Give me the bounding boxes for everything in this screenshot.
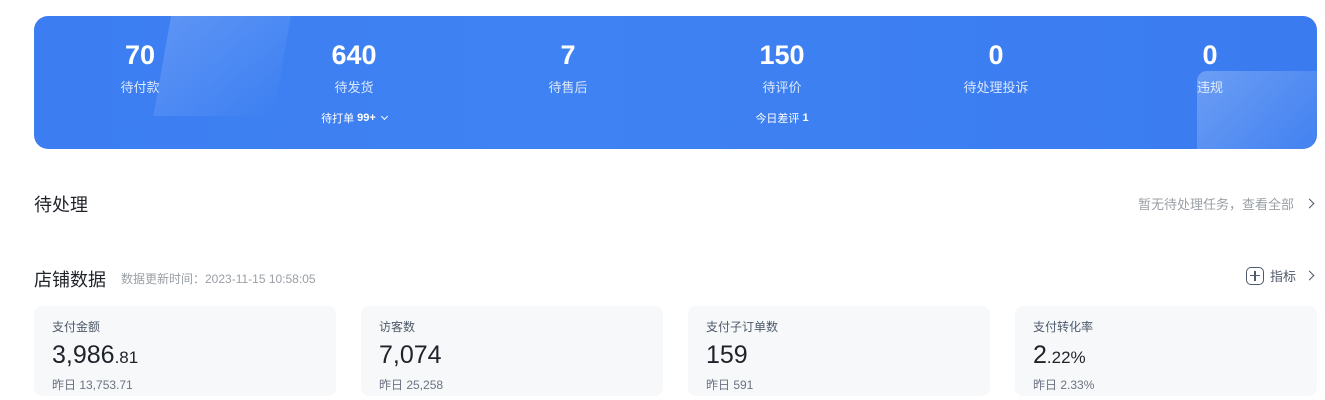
view-all-pending-link[interactable]: 暂无待处理任务，查看全部 bbox=[1137, 194, 1315, 213]
card-label: 访客数 bbox=[379, 320, 416, 334]
pending-section-title: 待处理 bbox=[34, 195, 88, 215]
stat-after-sales[interactable]: 7 待售后 bbox=[483, 40, 653, 96]
stat-value: 0 bbox=[988, 40, 1004, 70]
stat-complaints[interactable]: 0 待处理投诉 bbox=[911, 40, 1081, 96]
metric-card-conversion-rate[interactable]: 支付转化率 2.22% 昨日 2.33% bbox=[1015, 306, 1317, 396]
metrics-label: 指标 bbox=[1269, 269, 1296, 284]
pending-print-dropdown[interactable]: 待打单 99+ bbox=[321, 110, 388, 126]
data-update-time: 数据更新时间：2023-11-15 10:58:05 bbox=[121, 272, 316, 286]
stat-label: 违规 bbox=[1196, 80, 1223, 95]
chevron-right-icon bbox=[1304, 198, 1315, 209]
today-bad-reviews[interactable]: 今日差评 1 bbox=[755, 110, 808, 126]
stat-value: 70 bbox=[124, 40, 156, 70]
card-value: 3,986.81 bbox=[52, 341, 139, 369]
stat-label: 待发货 bbox=[334, 80, 374, 95]
stat-value: 0 bbox=[1202, 40, 1218, 70]
chevron-right-icon bbox=[1304, 270, 1315, 281]
metrics-button[interactable]: 指标 bbox=[1245, 266, 1315, 285]
stat-pending-review[interactable]: 150 待评价 今日差评 1 bbox=[697, 40, 867, 127]
stat-label: 待付款 bbox=[120, 80, 160, 95]
sub-value: 1 bbox=[802, 112, 809, 124]
card-yesterday: 昨日 13,753.71 bbox=[52, 378, 133, 392]
card-yesterday: 昨日 2.33% bbox=[1033, 378, 1095, 392]
card-value: 7,074 bbox=[379, 341, 442, 369]
card-label: 支付金额 bbox=[52, 320, 101, 334]
sub-label: 待打单 bbox=[321, 113, 355, 125]
stat-violations[interactable]: 0 违规 bbox=[1125, 40, 1295, 96]
stat-label: 待处理投诉 bbox=[963, 80, 1029, 95]
card-label: 支付转化率 bbox=[1033, 320, 1094, 334]
stat-label: 待评价 bbox=[762, 80, 802, 95]
stat-value: 7 bbox=[560, 40, 576, 70]
view-all-label: 暂无待处理任务，查看全部 bbox=[1137, 197, 1294, 212]
stat-value: 640 bbox=[331, 40, 377, 70]
stat-pending-shipment[interactable]: 640 待发货 待打单 99+ bbox=[269, 40, 439, 127]
stat-pending-payment[interactable]: 70 待付款 bbox=[55, 40, 225, 96]
card-value: 159 bbox=[706, 341, 748, 369]
plus-box-icon bbox=[1245, 266, 1264, 285]
stat-label: 待售后 bbox=[548, 80, 588, 95]
sub-value: 99+ bbox=[357, 112, 376, 124]
card-yesterday: 昨日 591 bbox=[706, 378, 754, 392]
card-label: 支付子订单数 bbox=[706, 320, 779, 334]
stat-value: 150 bbox=[759, 40, 805, 70]
chevron-down-icon bbox=[380, 112, 388, 121]
sub-label: 今日差评 bbox=[755, 113, 800, 125]
metric-card-sub-orders[interactable]: 支付子订单数 159 昨日 591 bbox=[688, 306, 990, 396]
card-value: 2.22% bbox=[1033, 341, 1086, 369]
card-yesterday: 昨日 25,258 bbox=[379, 378, 444, 392]
order-status-banner: 70 待付款 640 待发货 待打单 99+ 7 待售后 150 待评价 今日差… bbox=[34, 16, 1317, 149]
metric-card-payment-amount[interactable]: 支付金额 3,986.81 昨日 13,753.71 bbox=[34, 306, 336, 396]
store-data-title: 店铺数据 bbox=[34, 270, 106, 290]
metric-card-visitors[interactable]: 访客数 7,074 昨日 25,258 bbox=[361, 306, 663, 396]
